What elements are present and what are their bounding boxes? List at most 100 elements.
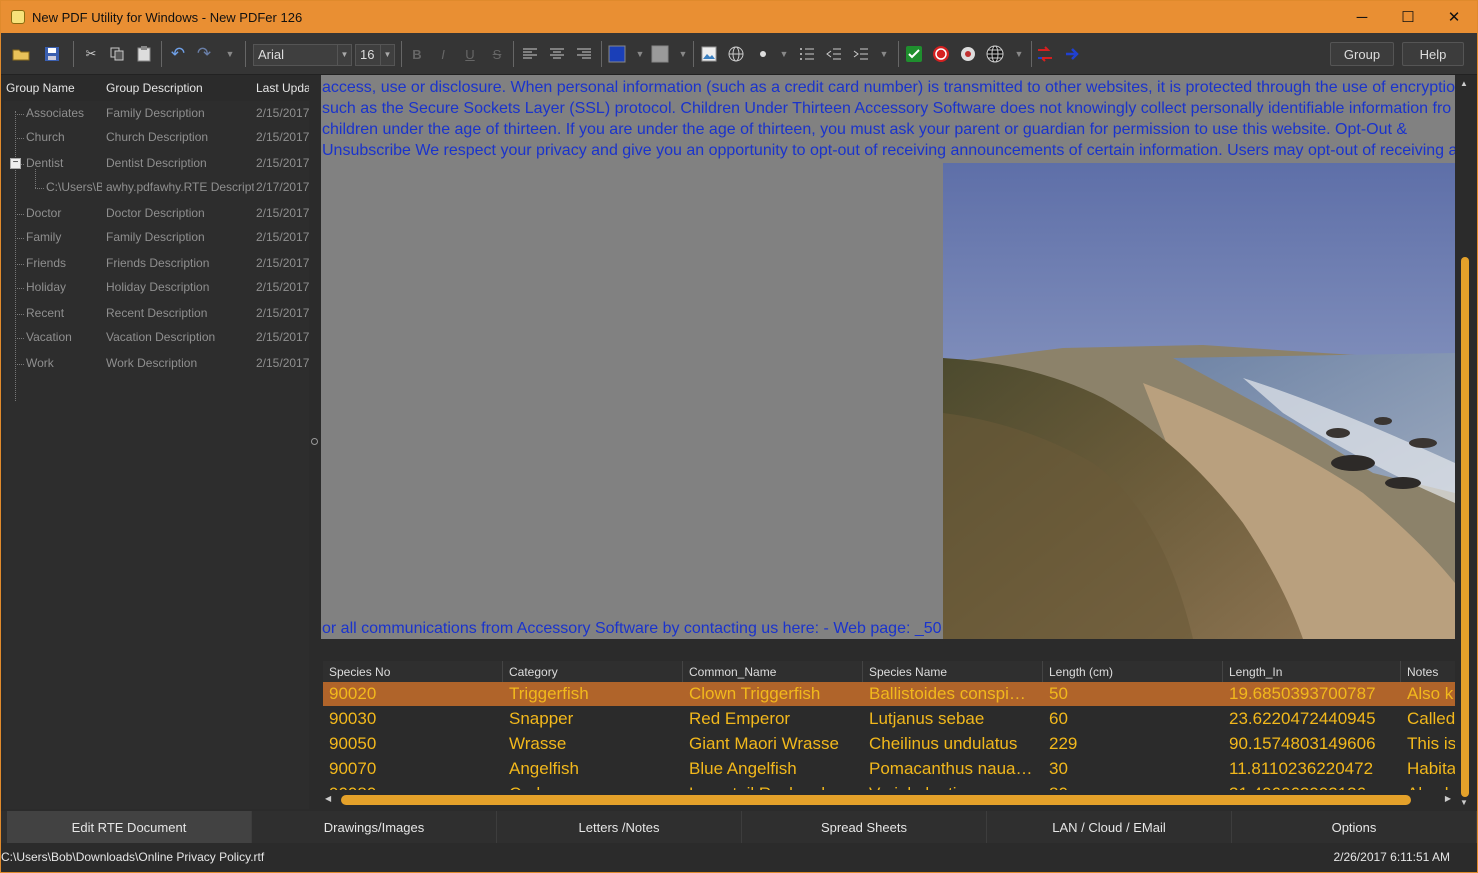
align-center-icon[interactable] [546, 43, 568, 65]
scroll-down-arrow-icon[interactable]: ▼ [1460, 798, 1468, 807]
species-data-grid[interactable]: Species No Category Common_Name Species Nam… [323, 658, 1455, 790]
column-header-group-name[interactable]: Group Name [6, 81, 75, 95]
tree-row-date: 2/15/2017 [256, 206, 309, 220]
horizontal-scroll-thumb[interactable] [341, 795, 1411, 805]
tree-row-date: 2/15/2017 [256, 306, 309, 320]
grid-column-header[interactable]: Length_In [1223, 661, 1401, 683]
forward-arrow-icon[interactable] [1061, 43, 1083, 65]
tree-row[interactable]: Family Family Description 2/15/2017 [4, 227, 309, 249]
title-bar: New PDF Utility for Windows - New PDFer … [1, 1, 1477, 33]
tree-row[interactable]: Vacation Vacation Description 2/15/2017 [4, 327, 309, 349]
redo-icon[interactable]: ↷ [193, 43, 215, 65]
grid-horizontal-scrollbar[interactable]: ◀ ▶ [323, 791, 1455, 809]
tree-row[interactable]: Friends Friends Description 2/15/2017 [4, 253, 309, 275]
tab-options[interactable]: Options [1232, 811, 1477, 843]
table-row[interactable]: 90070 Angelfish Blue Angelfish Pomacanthus … [323, 757, 1455, 781]
check-icon[interactable] [903, 43, 925, 65]
numbered-list-icon[interactable] [796, 43, 818, 65]
globe-icon[interactable] [984, 43, 1006, 65]
window-title: New PDF Utility for Windows - New PDFer … [32, 9, 303, 25]
tree-row[interactable]: Doctor Doctor Description 2/15/2017 [4, 203, 309, 225]
tree-row-date: 2/15/2017 [256, 256, 309, 270]
cut-icon[interactable]: ✂ [80, 43, 102, 65]
increase-indent-icon[interactable] [850, 43, 872, 65]
paste-icon[interactable] [133, 43, 155, 65]
font-size-select[interactable]: 16 ▼ [355, 44, 395, 66]
tree-header: Group Name Group Description Last Upda [4, 75, 309, 101]
indent-dropdown-icon[interactable]: ▼ [873, 43, 895, 65]
align-right-icon[interactable] [573, 43, 595, 65]
column-header-group-description[interactable]: Group Description [106, 81, 203, 95]
align-left-icon[interactable] [519, 43, 541, 65]
grid-column-header[interactable]: Category [503, 661, 683, 683]
tab-letters-notes[interactable]: Letters /Notes [497, 811, 742, 843]
convert-arrows-icon[interactable] [1034, 43, 1056, 65]
table-row[interactable]: 90030 Snapper Red Emperor Lutjanus sebae 60 2… [323, 707, 1455, 731]
strikethrough-icon[interactable]: S [486, 43, 508, 65]
grid-column-header[interactable]: Species Name [863, 661, 1043, 683]
close-button[interactable]: ✕ [1431, 1, 1477, 33]
highlight-color-dropdown-icon[interactable]: ▼ [672, 43, 694, 65]
undo-icon[interactable]: ↶ [167, 43, 189, 65]
tree-row-date: 2/15/2017 [256, 330, 309, 344]
tab-edit-rte-document[interactable]: Edit RTE Document [7, 811, 252, 843]
table-cell: Triggerfish [509, 684, 589, 703]
tree-collapse-icon[interactable]: − [10, 158, 21, 169]
stop-icon[interactable] [930, 43, 952, 65]
tree-row[interactable]: Church Church Description 2/15/2017 [4, 127, 309, 149]
decrease-indent-icon[interactable] [823, 43, 845, 65]
copy-icon[interactable] [106, 43, 128, 65]
tree-row[interactable]: Holiday Holiday Description 2/15/2017 [4, 277, 309, 299]
tree-row[interactable]: − Dentist Dentist Description 2/15/2017 [4, 153, 309, 175]
tree-row[interactable]: C:\Users\B awhy.pdfawhy.RTE Descripti 2/17… [4, 169, 309, 199]
bullet-style-icon[interactable] [752, 43, 774, 65]
save-icon[interactable] [41, 43, 63, 65]
grid-column-header[interactable]: Common_Name [683, 661, 863, 683]
insert-hyperlink-icon[interactable] [725, 43, 747, 65]
document-vertical-scrollbar[interactable]: ▲ ▼ [1457, 75, 1473, 809]
embedded-coastline-photo[interactable] [943, 163, 1455, 639]
history-dropdown-icon[interactable]: ▼ [219, 43, 241, 65]
open-folder-icon[interactable] [10, 43, 32, 65]
tab-lan-cloud-email[interactable]: LAN / Cloud / EMail [987, 811, 1232, 843]
grid-column-header[interactable]: Length (cm) [1043, 661, 1223, 683]
tree-row-description: Family Description [106, 106, 205, 120]
grid-column-header[interactable]: Species No [323, 661, 503, 683]
maximize-button[interactable]: ☐ [1385, 1, 1431, 33]
italic-icon[interactable]: I [432, 43, 454, 65]
minimize-button[interactable]: ─ [1339, 1, 1385, 33]
globe-dropdown-icon[interactable]: ▼ [1008, 43, 1030, 65]
group-button[interactable]: Group [1330, 42, 1394, 66]
grid-column-header[interactable]: Notes [1401, 661, 1455, 683]
table-cell: 90080 [323, 782, 503, 790]
insert-image-icon[interactable] [698, 43, 720, 65]
scroll-up-arrow-icon[interactable]: ▲ [1460, 79, 1468, 88]
bold-icon[interactable]: B [406, 43, 428, 65]
scroll-right-arrow-icon[interactable]: ▶ [1445, 794, 1451, 803]
table-row[interactable]: 90080CodLunartail RockcodVariola louti80… [323, 782, 1455, 790]
tree-row[interactable]: Recent Recent Description 2/15/2017 [4, 303, 309, 325]
column-header-last-updated[interactable]: Last Upda [256, 81, 309, 95]
text-color-icon[interactable] [606, 43, 628, 65]
text-color-dropdown-icon[interactable]: ▼ [629, 43, 651, 65]
table-cell: Also k [1401, 782, 1455, 790]
font-name-select[interactable]: Arial ▼ [253, 44, 352, 66]
splitter-handle[interactable] [311, 438, 318, 445]
underline-icon[interactable]: U [459, 43, 481, 65]
table-row[interactable]: 90050 Wrasse Giant Maori Wrasse Cheilinus u… [323, 732, 1455, 756]
table-row[interactable]: 90020 Triggerfish Clown Triggerfish Ballist… [323, 682, 1455, 706]
settings-gear-icon[interactable] [957, 43, 979, 65]
table-cell: Habita [1407, 759, 1455, 778]
highlight-color-icon[interactable] [649, 43, 671, 65]
tree-row[interactable]: Work Work Description 2/15/2017 [4, 353, 309, 375]
vertical-scroll-thumb[interactable] [1461, 257, 1469, 797]
scroll-left-arrow-icon[interactable]: ◀ [325, 794, 331, 803]
tree-row[interactable]: Associates Family Description 2/15/2017 [4, 103, 309, 125]
bullet-style-dropdown-icon[interactable]: ▼ [773, 43, 795, 65]
tab-drawings-images[interactable]: Drawings/Images [252, 811, 497, 843]
tab-spread-sheets[interactable]: Spread Sheets [742, 811, 987, 843]
document-text[interactable]: access, use or disclosure. When personal… [322, 77, 1455, 161]
table-cell: Clown Triggerfish [689, 684, 821, 703]
rte-document-area[interactable]: access, use or disclosure. When personal… [321, 75, 1455, 639]
help-button[interactable]: Help [1402, 42, 1464, 66]
